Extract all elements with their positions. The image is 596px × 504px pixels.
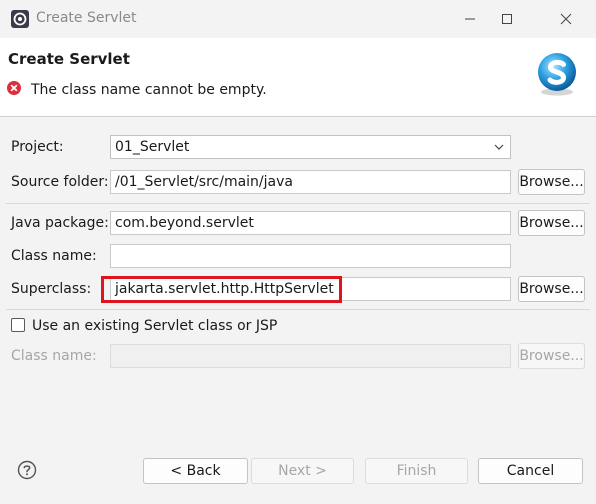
separator — [6, 203, 590, 204]
project-value: 01_Servlet — [115, 139, 190, 155]
close-button[interactable] — [548, 6, 584, 32]
class-name-label: Class name: — [11, 248, 97, 264]
use-existing-checkbox[interactable] — [11, 318, 25, 332]
java-package-label: Java package: — [11, 215, 109, 231]
existing-browse-label: Browse... — [519, 348, 584, 364]
page-title: Create Servlet — [8, 50, 130, 68]
cancel-button[interactable]: Cancel — [478, 458, 583, 484]
source-folder-label: Source folder: — [11, 174, 109, 190]
error-message: The class name cannot be empty. — [31, 82, 267, 98]
cancel-button-label: Cancel — [506, 463, 555, 479]
separator — [6, 309, 590, 310]
back-button[interactable]: < Back — [143, 458, 248, 484]
highlight-box — [101, 276, 342, 303]
back-button-label: < Back — [170, 463, 221, 479]
java-package-browse-label: Browse... — [519, 215, 584, 231]
servlet-logo — [538, 53, 576, 96]
help-icon[interactable] — [17, 460, 37, 480]
existing-class-name-input[interactable] — [110, 344, 511, 368]
existing-class-name-label: Class name: — [11, 348, 97, 364]
project-label: Project: — [11, 139, 64, 155]
next-button[interactable]: Next > — [251, 458, 354, 484]
wizard-header: Create Servlet The class name cannot be … — [0, 38, 596, 116]
source-folder-input[interactable]: /01_Servlet/src/main/java — [110, 170, 511, 194]
source-folder-value: /01_Servlet/src/main/java — [115, 174, 293, 190]
java-package-browse-button[interactable]: Browse... — [518, 210, 585, 236]
project-select[interactable]: 01_Servlet — [110, 135, 511, 159]
use-existing-label: Use an existing Servlet class or JSP — [32, 318, 278, 334]
superclass-browse-label: Browse... — [519, 281, 584, 297]
minimize-icon — [465, 18, 475, 20]
superclass-browse-button[interactable]: Browse... — [518, 276, 585, 302]
window-title: Create Servlet — [36, 10, 137, 26]
java-package-input[interactable]: com.beyond.servlet — [110, 211, 511, 235]
header-divider — [0, 116, 596, 117]
minimize-button[interactable] — [452, 6, 488, 32]
java-package-value: com.beyond.servlet — [115, 215, 254, 231]
close-icon — [560, 13, 572, 25]
chevron-down-icon — [494, 144, 504, 150]
maximize-icon — [502, 14, 512, 24]
superclass-label: Superclass: — [11, 281, 92, 297]
next-button-label: Next > — [278, 463, 327, 479]
finish-button-label: Finish — [396, 463, 437, 479]
source-folder-browse-button[interactable]: Browse... — [518, 169, 585, 195]
error-icon — [7, 81, 21, 95]
eclipse-app-icon — [11, 10, 29, 28]
finish-button[interactable]: Finish — [365, 458, 468, 484]
maximize-button[interactable] — [489, 6, 525, 32]
title-bar: Create Servlet — [0, 0, 596, 38]
source-folder-browse-label: Browse... — [519, 174, 584, 190]
class-name-input[interactable] — [110, 244, 511, 268]
existing-browse-button[interactable]: Browse... — [518, 343, 585, 369]
